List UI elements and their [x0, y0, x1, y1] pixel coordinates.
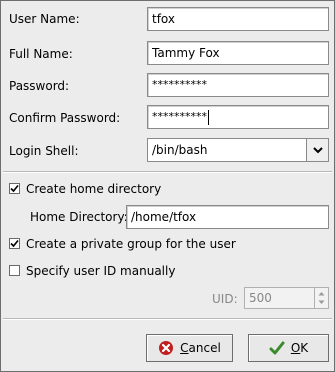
login-shell-label: Login Shell: [9, 144, 79, 158]
ok-button-label: OK [290, 341, 309, 355]
uid-value: 500 [249, 291, 272, 305]
cancel-button-label: Cancel [180, 341, 221, 355]
login-shell-value: /bin/bash [152, 143, 208, 157]
separator-bottom [3, 318, 332, 320]
login-shell-combo[interactable]: /bin/bash [147, 138, 329, 162]
user-name-label: User Name: [9, 12, 80, 26]
confirm-password-field[interactable]: ********** [147, 105, 329, 129]
password-field[interactable]: ********** [147, 73, 329, 97]
uid-label: UID: [212, 292, 238, 306]
full-name-field[interactable]: Tammy Fox [147, 41, 329, 65]
manual-uid-label[interactable]: Specify user ID manually [26, 264, 175, 278]
full-name-label: Full Name: [9, 47, 73, 61]
add-user-dialog: User Name: tfox Full Name: Tammy Fox Pas… [0, 0, 335, 372]
home-directory-label: Home Directory: [30, 210, 128, 224]
chevron-down-icon[interactable] [306, 139, 328, 161]
ok-button[interactable]: OK [248, 334, 329, 362]
user-name-field[interactable]: tfox [147, 7, 329, 31]
create-home-checkbox[interactable] [9, 183, 20, 194]
text-caret [208, 109, 209, 125]
manual-uid-checkbox[interactable] [9, 265, 20, 276]
uid-spinbutton[interactable]: 500 [244, 287, 329, 309]
cancel-icon [159, 341, 174, 355]
private-group-label[interactable]: Create a private group for the user [26, 237, 236, 251]
cancel-button[interactable]: Cancel [146, 334, 233, 362]
uid-stepper[interactable] [314, 288, 328, 308]
home-directory-field[interactable]: /home/tfox [126, 205, 329, 229]
confirm-password-label: Confirm Password: [9, 111, 121, 125]
confirm-password-value: ********** [152, 110, 207, 123]
spin-down-icon[interactable] [318, 300, 325, 305]
spin-up-icon[interactable] [318, 292, 325, 296]
create-home-label[interactable]: Create home directory [26, 182, 161, 196]
checkmark-icon [10, 184, 19, 193]
separator-top [3, 171, 332, 173]
password-label: Password: [9, 79, 70, 93]
checkmark-icon [10, 239, 19, 248]
private-group-checkbox[interactable] [9, 238, 20, 249]
checkmark-ok-icon [269, 341, 285, 355]
